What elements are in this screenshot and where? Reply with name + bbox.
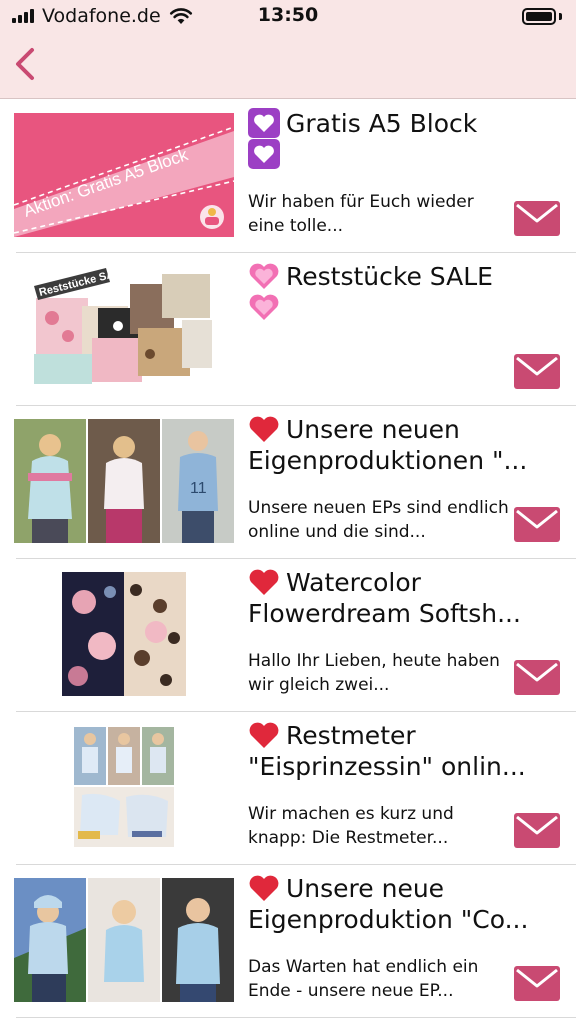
mail-button[interactable] (514, 966, 560, 1001)
message-title: Reststücke SALE (248, 261, 568, 323)
message-snippet: Wir machen es kurz und knapp: Die Restme… (248, 804, 454, 848)
message-snippet: Unsere neuen EPs sind endlich online und… (248, 498, 509, 542)
message-snippet: Wir haben für Euch wieder eine tolle... (248, 192, 474, 236)
message-snippet: Das Warten hat endlich ein Ende - unsere… (248, 957, 479, 1001)
sparkling-heart-icon (249, 263, 279, 289)
purple-heart-icon (248, 108, 280, 138)
red-heart-icon (249, 569, 279, 595)
chevron-left-icon (16, 48, 34, 80)
mail-button[interactable] (514, 813, 560, 848)
message-title: Gratis A5 Block (248, 108, 568, 170)
message-row[interactable]: 11 Unsere neuen Eigenproduktionen "... U… (0, 406, 576, 559)
svg-text:11: 11 (190, 480, 207, 497)
message-title: Unsere neuen Eigenproduktionen "... (248, 415, 528, 475)
red-heart-icon (249, 416, 279, 442)
message-row[interactable]: Aktion: Gratis A5 Block Gratis A5 Block … (0, 100, 576, 253)
message-row[interactable]: Reststücke SALE Reststücke SALE (0, 253, 576, 406)
message-thumbnail (62, 572, 186, 696)
mail-button[interactable] (514, 354, 560, 389)
message-title: Watercolor Flowerdream Softsh... (248, 568, 521, 628)
mail-button[interactable] (514, 201, 560, 236)
battery-level (526, 12, 552, 21)
navigation-header: Vodafone.de 13:50 (0, 0, 576, 99)
message-row[interactable]: Restmeter "Eisprinzessin" onlin... Wir m… (0, 712, 576, 865)
message-thumbnail: Aktion: Gratis A5 Block (14, 113, 234, 237)
red-heart-icon (249, 722, 279, 748)
message-thumbnail (14, 878, 234, 1002)
row-divider (16, 1017, 576, 1018)
status-bar: Vodafone.de 13:50 (0, 0, 576, 34)
message-title: Restmeter "Eisprinzessin" onlin... (248, 721, 526, 781)
battery-icon (522, 8, 556, 25)
sparkling-heart-icon (249, 294, 279, 320)
message-thumbnail: Reststücke SALE (34, 266, 214, 390)
message-row[interactable]: Unsere neue Eigenproduktion "Co... Das W… (0, 865, 576, 1018)
purple-heart-icon (248, 139, 280, 169)
message-title: Unsere neue Eigenproduktion "Co... (248, 874, 529, 934)
message-row[interactable]: Watercolor Flowerdream Softsh... Hallo I… (0, 559, 576, 712)
mail-button[interactable] (514, 660, 560, 695)
battery-nub (559, 13, 562, 20)
message-thumbnail: 11 (14, 419, 234, 543)
mail-button[interactable] (514, 507, 560, 542)
message-thumbnail (72, 725, 176, 849)
red-heart-icon (249, 875, 279, 901)
message-snippet: Hallo Ihr Lieben, heute haben wir gleich… (248, 651, 500, 695)
status-time: 13:50 (257, 4, 319, 26)
back-button[interactable] (8, 44, 44, 84)
